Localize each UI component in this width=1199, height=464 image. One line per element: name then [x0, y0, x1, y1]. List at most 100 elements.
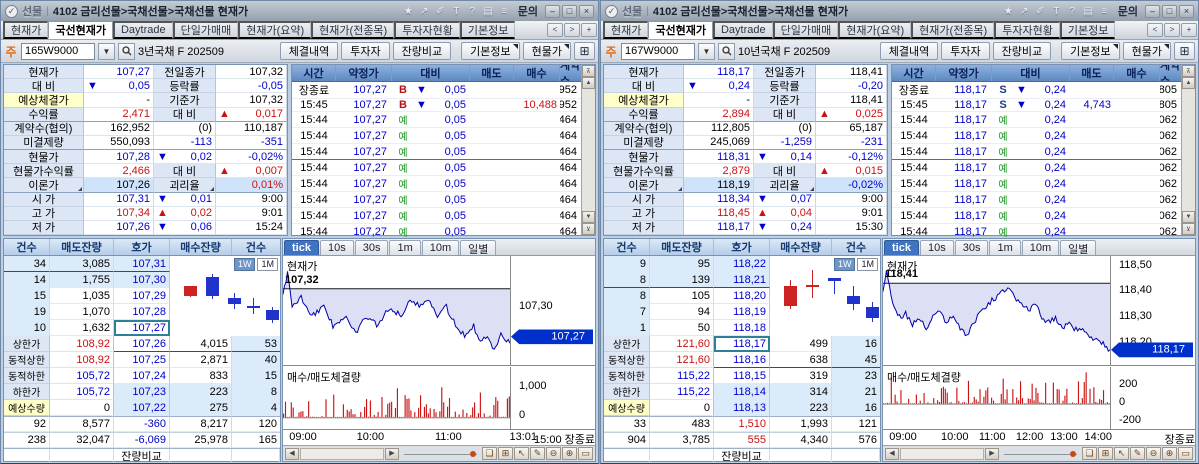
chart-tool-button[interactable]: ↖ — [1114, 447, 1129, 460]
chart-tool-button[interactable]: ✎ — [1130, 447, 1145, 460]
bid-qty[interactable]: 314 — [770, 384, 832, 400]
scroll-left-button[interactable]: ◀ — [285, 447, 299, 460]
toolbar-button[interactable]: 잔량비교 — [992, 42, 1052, 60]
inquiry-menu[interactable]: 문의 — [1118, 3, 1138, 19]
titlebar-icon[interactable]: ★ — [402, 6, 415, 17]
bid-count[interactable]: 4 — [232, 400, 280, 416]
titlebar-icon[interactable]: T — [450, 6, 463, 17]
ask-price[interactable]: 107,31 — [114, 256, 170, 272]
bid-price[interactable]: 107,25 — [114, 352, 170, 368]
chart-interval-tab[interactable]: 10s — [919, 240, 954, 255]
ask-price[interactable]: 118,20 — [714, 288, 770, 304]
ask-price[interactable]: 107,29 — [114, 288, 170, 304]
view-tab[interactable]: 현재가 — [3, 21, 49, 39]
scroll-down-button[interactable]: ▼ — [582, 211, 595, 223]
search-button[interactable] — [718, 42, 735, 60]
chart-interval-tab[interactable]: 1m — [389, 240, 421, 255]
scroll-down-button[interactable]: ▼ — [1182, 211, 1195, 223]
grid-view-button[interactable]: ⊞ — [574, 42, 595, 60]
ask-count[interactable]: 9 — [604, 256, 650, 272]
view-tab[interactable]: 현재가(전종목) — [311, 21, 395, 39]
bid-count[interactable]: 8 — [232, 384, 280, 400]
slider-handle-icon[interactable] — [1070, 450, 1076, 457]
chart-tool-button[interactable]: ❏ — [482, 447, 497, 460]
period-button[interactable]: 1W — [833, 258, 856, 271]
window-control-button[interactable]: – — [545, 4, 560, 18]
scroll-track[interactable] — [300, 447, 384, 460]
chart-interval-tab[interactable]: 1m — [989, 240, 1021, 255]
chart-interval-tab[interactable]: 10m — [421, 240, 460, 255]
scroll-right-button[interactable]: ▶ — [385, 447, 399, 460]
bid-count[interactable]: 40 — [232, 352, 280, 368]
ask-qty[interactable]: 50 — [650, 320, 714, 336]
chart-interval-tab[interactable]: 30s — [354, 240, 389, 255]
view-tab[interactable]: 단일가매매 — [772, 21, 839, 39]
ask-count[interactable]: 8 — [604, 272, 650, 288]
depth-compare-label[interactable]: 잔량비교 — [114, 449, 170, 463]
window-control-button[interactable]: □ — [562, 4, 577, 18]
titlebar-icon[interactable]: ↗ — [418, 6, 431, 17]
titlebar-icon[interactable]: ★ — [1002, 6, 1015, 17]
ask-count[interactable]: 34 — [4, 256, 50, 272]
view-tab[interactable]: 투자자현황 — [994, 21, 1060, 39]
grid-view-button[interactable]: ⊞ — [1174, 42, 1195, 60]
bid-qty[interactable]: 223 — [770, 400, 832, 416]
code-dropdown-button[interactable]: ▼ — [698, 42, 715, 60]
view-tab[interactable]: 현재가(전종목) — [911, 21, 995, 39]
ask-count[interactable]: 15 — [4, 288, 50, 304]
titlebar-icon[interactable]: T — [1050, 6, 1063, 17]
view-tab[interactable]: 현재가 — [603, 21, 649, 39]
ask-price[interactable]: 118,19 — [714, 304, 770, 320]
bid-price[interactable]: 118,14 — [714, 384, 770, 400]
tab-scroll-button[interactable]: > — [564, 23, 580, 37]
titlebar-icon[interactable]: ? — [466, 6, 479, 17]
chart-tool-button[interactable]: ❏ — [1082, 447, 1097, 460]
bid-qty[interactable]: 223 — [170, 384, 232, 400]
toolbar-button[interactable]: 현물가 — [1122, 42, 1171, 60]
ask-qty[interactable]: 3,085 — [50, 256, 114, 272]
ask-qty[interactable]: 94 — [650, 304, 714, 320]
toolbar-button[interactable]: 기본정보 — [461, 42, 520, 60]
toolbar-button[interactable]: 체결내역 — [279, 42, 339, 60]
bid-price[interactable]: 118,16 — [714, 352, 770, 368]
chart-interval-tab[interactable]: 30s — [954, 240, 989, 255]
bid-count[interactable]: 21 — [832, 384, 880, 400]
bid-count[interactable]: 16 — [832, 336, 880, 352]
bid-count[interactable]: 45 — [832, 352, 880, 368]
bid-qty[interactable]: 319 — [770, 368, 832, 384]
scroll-up-button[interactable]: ▲ — [1182, 77, 1195, 89]
symbol-code-input[interactable] — [21, 42, 95, 60]
titlebar-icon[interactable]: ≡ — [1098, 6, 1111, 17]
bid-qty[interactable]: 275 — [170, 400, 232, 416]
view-tab[interactable]: Daytrade — [112, 21, 173, 39]
titlebar-icon[interactable]: ▤ — [1082, 6, 1095, 17]
toolbar-button[interactable]: 현물가 — [522, 42, 571, 60]
ask-qty[interactable]: 105 — [650, 288, 714, 304]
bid-price[interactable]: 107,23 — [114, 384, 170, 400]
chart-tool-button[interactable]: ⊞ — [1098, 447, 1113, 460]
ask-qty[interactable]: 1,035 — [50, 288, 114, 304]
scroll-left-button[interactable]: ◀ — [885, 447, 899, 460]
toolbar-button[interactable]: 투자자 — [341, 42, 390, 60]
chart-tool-button[interactable]: ↖ — [514, 447, 529, 460]
ask-price[interactable]: 107,30 — [114, 272, 170, 288]
depth-compare-label[interactable]: 잔량비교 — [714, 449, 770, 463]
titlebar-icon[interactable]: ▤ — [482, 6, 495, 17]
tab-scroll-button[interactable]: + — [1181, 23, 1197, 37]
bid-price[interactable]: 118,15 — [714, 368, 770, 384]
symbol-code-input[interactable] — [621, 42, 695, 60]
vertical-scrollbar[interactable]: ⊼ ▲ ▼ ⊻ — [1181, 65, 1195, 235]
ask-count[interactable]: 1 — [604, 320, 650, 336]
chart-tool-button[interactable]: ⊕ — [1162, 447, 1177, 460]
ask-count[interactable]: 19 — [4, 304, 50, 320]
ask-price[interactable]: 107,27 — [114, 320, 170, 336]
ask-price[interactable]: 118,21 — [714, 272, 770, 288]
search-button[interactable] — [118, 42, 135, 60]
view-tab[interactable]: 기본정보 — [459, 21, 516, 39]
chart-interval-tab[interactable]: tick — [884, 240, 919, 255]
tab-scroll-button[interactable]: > — [1164, 23, 1180, 37]
bid-price[interactable]: 107,24 — [114, 368, 170, 384]
bid-price[interactable]: 107,26 — [114, 336, 170, 352]
ask-count[interactable]: 10 — [4, 320, 50, 336]
window-control-button[interactable]: – — [1145, 4, 1160, 18]
